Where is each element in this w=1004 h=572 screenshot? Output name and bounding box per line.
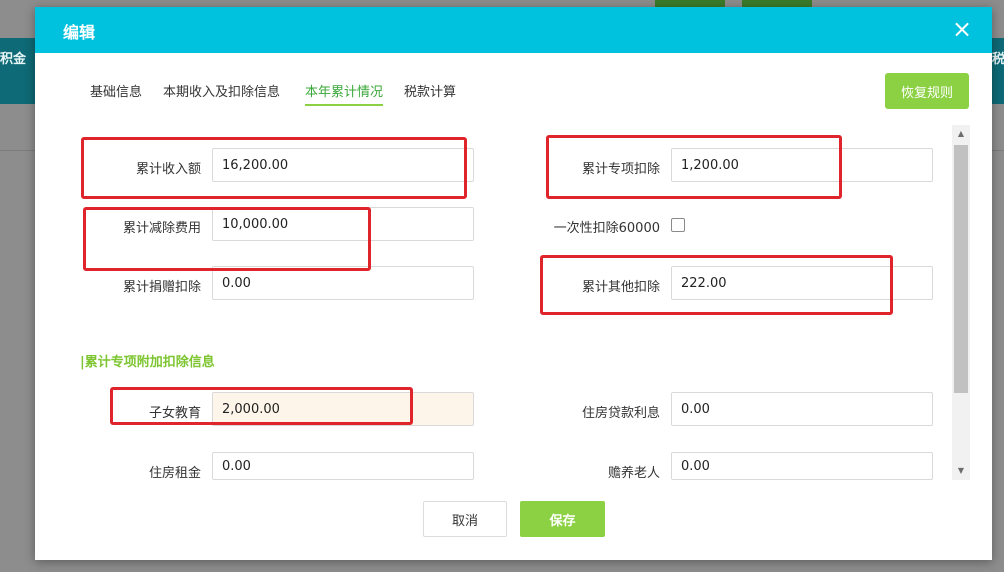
background-row-divider [0,150,35,151]
dialog-title: 编辑 [63,23,96,42]
tab-basic-info[interactable]: 基础信息 [90,81,142,104]
close-icon[interactable]: × [950,16,974,42]
background-row-divider [992,150,1004,151]
elderly-support-label: 赡养老人 [607,466,660,481]
children-education-label: 子女教育 [148,406,201,421]
background-table-header: 税 [992,38,1004,104]
one-time-deduction-label: 一次性扣除60000 [553,221,660,236]
cumulative-income-input[interactable] [212,148,474,182]
housing-loan-interest-input[interactable] [671,392,933,426]
scroll-up-icon[interactable]: ▲ [952,125,970,143]
cumulative-income-label: 累计收入额 [135,162,201,177]
cumulative-donation-deduction-label: 累计捐赠扣除 [122,280,201,295]
cumulative-other-deduction-input[interactable] [671,266,933,300]
cumulative-donation-deduction-input[interactable] [212,266,474,300]
dialog-header: 编辑 × [35,7,992,53]
scrollbar-thumb[interactable] [954,145,968,393]
special-additional-deduction-section-title: |累计专项附加扣除信息 [80,355,215,370]
housing-loan-interest-label: 住房贷款利息 [581,406,660,421]
housing-rent-input[interactable] [212,452,474,480]
tab-current-income[interactable]: 本期收入及扣除信息 [163,81,280,104]
edit-dialog: 编辑 × 基础信息 本期收入及扣除信息 本年累计情况 税款计算 恢复规则 累计收… [35,7,992,560]
background-table-header: 积金 [0,38,35,104]
children-education-input[interactable] [212,392,474,426]
cumulative-other-deduction-label: 累计其他扣除 [581,280,660,295]
save-button[interactable]: 保存 [520,501,605,537]
form-scrollbar[interactable]: ▲ ▼ [952,125,970,480]
background-header-text: 税 [992,52,1004,67]
tab-annual-cumulative[interactable]: 本年累计情况 [305,81,384,106]
elderly-support-input[interactable] [671,452,933,480]
cancel-button[interactable]: 取消 [423,501,507,537]
cumulative-special-deduction-input[interactable] [671,148,933,182]
tab-tax-calculation[interactable]: 税款计算 [404,81,456,104]
cumulative-special-deduction-label: 累计专项扣除 [581,162,660,177]
cumulative-reduction-expense-input[interactable] [212,207,474,241]
housing-rent-label: 住房租金 [148,466,201,481]
cumulative-reduction-expense-label: 累计减除费用 [122,221,201,236]
background-header-text: 积金 [0,52,27,67]
scroll-down-icon[interactable]: ▼ [952,462,970,480]
restore-rules-button[interactable]: 恢复规则 [885,73,969,109]
one-time-deduction-checkbox[interactable] [671,218,685,232]
